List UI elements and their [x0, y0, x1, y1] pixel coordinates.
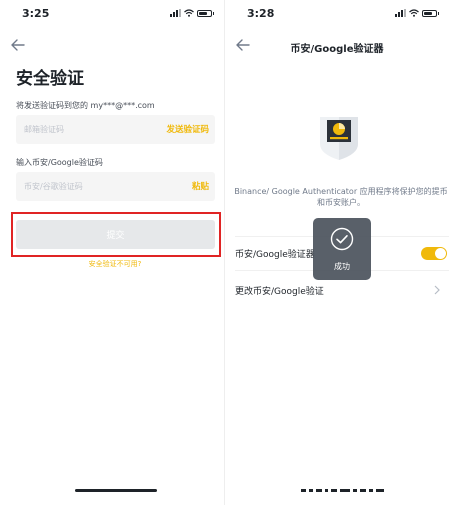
authenticator-description: Binance/ Google Authenticator 应用程序将保护您的提… [234, 187, 448, 207]
authenticator-code-field: 粘贴 [16, 172, 215, 201]
paste-button[interactable]: 粘贴 [192, 180, 209, 192]
toast-message: 成功 [334, 262, 350, 271]
security-unavailable-link[interactable]: 安全验证不可用? [0, 259, 224, 269]
authenticator-code-label: 输入币安/Google验证码 [16, 158, 103, 167]
status-bar: 3:28 [225, 0, 449, 28]
security-verification-screen: 3:25 安全验证 将发送验证码到您的 my***@***.com 发送验证码 … [0, 0, 224, 505]
send-code-button[interactable]: 发送验证码 [166, 123, 209, 135]
status-icons [170, 9, 214, 17]
authenticator-settings-screen: 3:28 币安/Google验证器 Binance/ Google Authen… [225, 0, 449, 505]
status-time: 3:28 [247, 7, 275, 20]
authenticator-toggle-switch[interactable] [421, 247, 447, 260]
wifi-icon [184, 9, 194, 17]
page-title: 安全验证 [16, 69, 84, 89]
signal-icon [395, 9, 406, 17]
home-indicator [301, 489, 384, 492]
chevron-right-icon [434, 285, 440, 295]
email-code-input[interactable] [24, 123, 144, 136]
status-bar: 3:25 [0, 0, 224, 28]
authenticator-code-input[interactable] [24, 180, 144, 193]
email-code-field: 发送验证码 [16, 115, 215, 144]
change-authenticator-label: 更改币安/Google验证 [235, 287, 324, 297]
battery-icon [422, 10, 439, 17]
battery-icon [197, 10, 214, 17]
home-indicator [75, 489, 157, 492]
email-code-label: 将发送验证码到您的 my***@***.com [16, 101, 155, 110]
status-time: 3:25 [22, 7, 50, 20]
wifi-icon [409, 9, 419, 17]
authenticator-toggle-label: 币安/Google验证器 [235, 250, 315, 260]
authenticator-illustration [320, 117, 358, 160]
signal-icon [170, 9, 181, 17]
check-circle-icon [330, 227, 354, 251]
back-arrow-icon[interactable] [10, 38, 26, 52]
nav-title: 币安/Google验证器 [290, 44, 384, 55]
submit-button[interactable]: 提交 [16, 220, 215, 249]
success-toast: 成功 [313, 218, 371, 280]
status-icons [395, 9, 439, 17]
